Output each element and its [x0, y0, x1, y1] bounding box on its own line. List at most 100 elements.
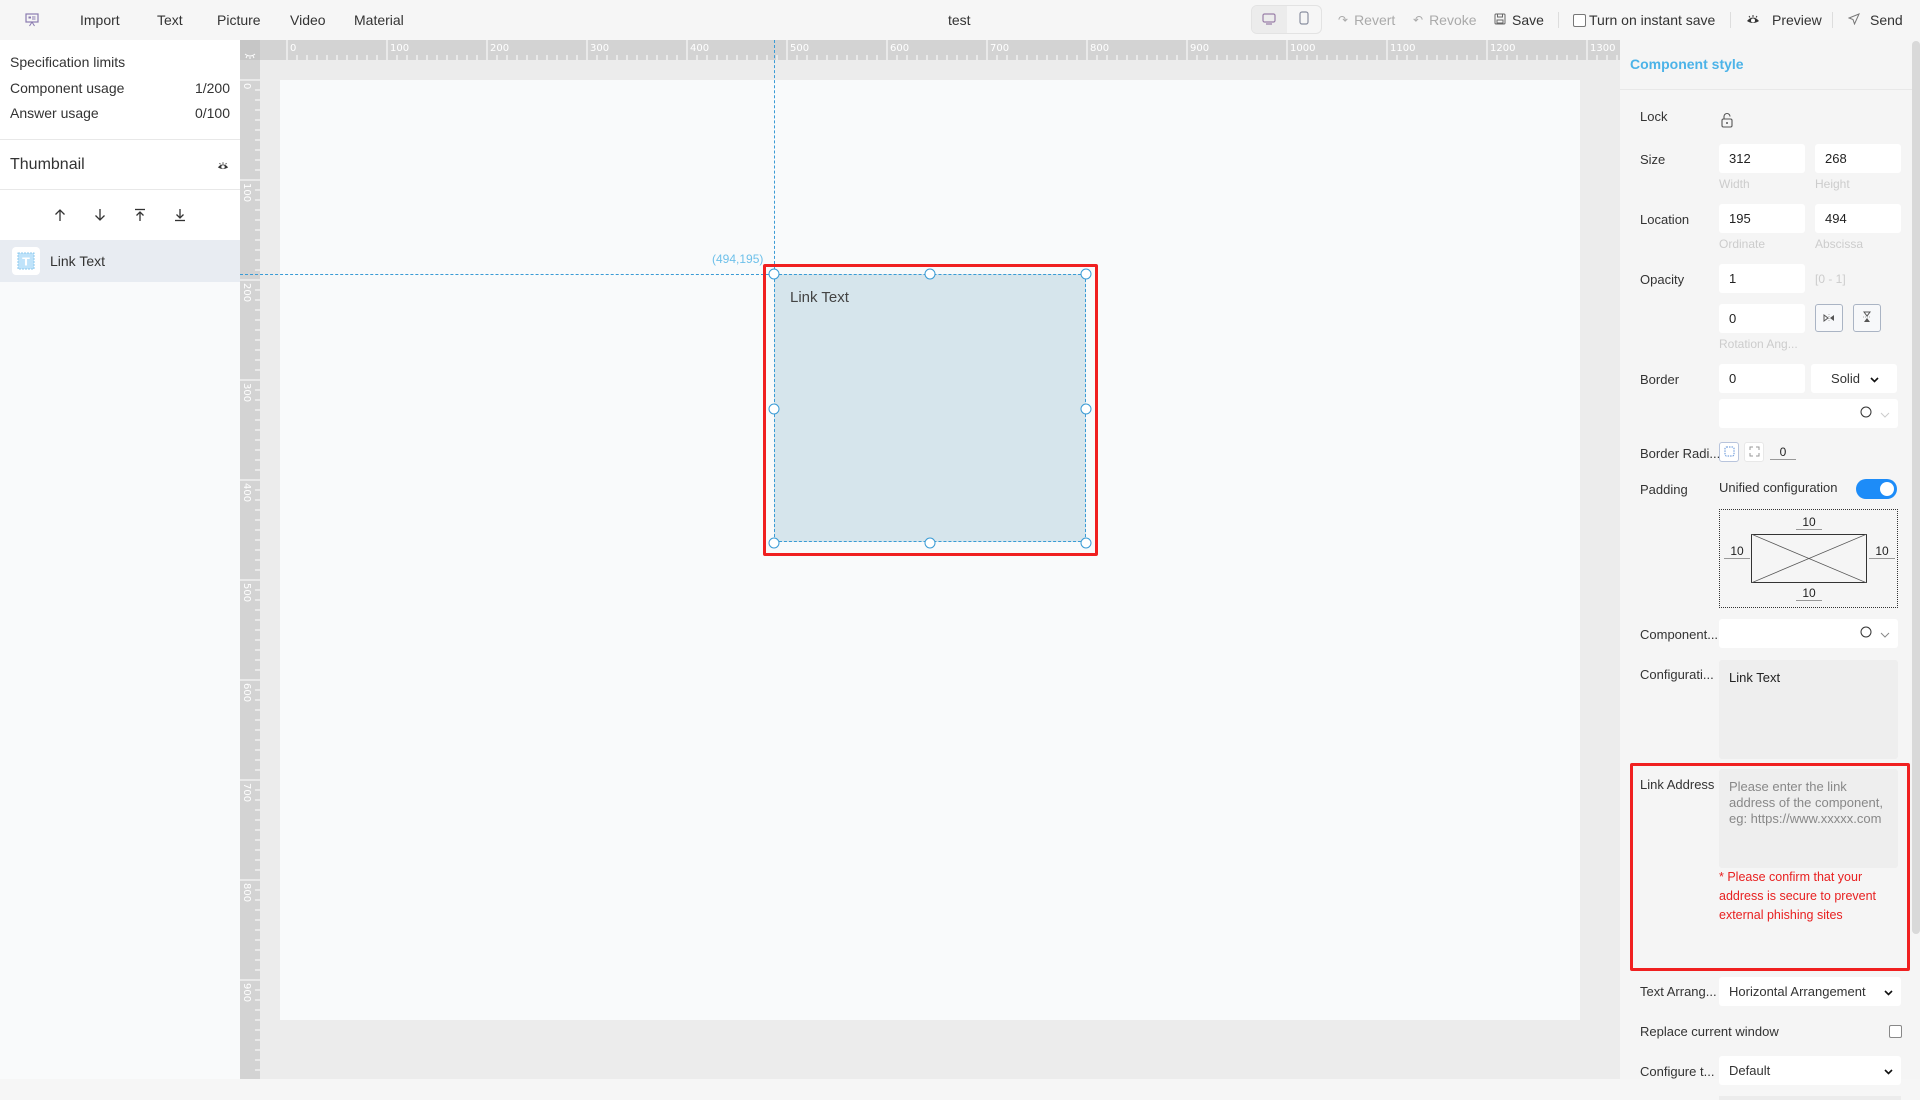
padding-bottom-input[interactable]: 10	[1796, 586, 1822, 601]
layer-item[interactable]: T Link Text	[0, 240, 240, 282]
arrow-down-icon[interactable]	[90, 205, 110, 225]
instant-save-toggle[interactable]: Turn on instant save	[1573, 12, 1715, 28]
configuration-textarea[interactable]: Link Text	[1719, 660, 1898, 759]
link-address-textarea[interactable]: Please enter the link address of the com…	[1719, 769, 1898, 868]
link-text-content: Link Text	[790, 289, 849, 306]
opacity-input[interactable]: 1	[1719, 264, 1805, 293]
preview-button[interactable]: Preview	[1746, 12, 1822, 28]
ruler-label: 0	[290, 43, 296, 54]
desktop-icon	[1262, 12, 1276, 28]
menu-picture[interactable]: Picture	[217, 12, 261, 28]
corners-icon	[1749, 445, 1760, 460]
component-usage-value: 1/200	[194, 80, 230, 96]
unlock-icon[interactable]	[1721, 112, 1733, 131]
menu-import[interactable]: Import	[80, 12, 120, 28]
height-input[interactable]: 268	[1815, 144, 1901, 173]
resize-handle-right[interactable]	[1080, 403, 1092, 415]
eye-closed-icon	[244, 46, 256, 64]
component-color-picker[interactable]	[1719, 619, 1898, 648]
padding-editor: 10 10 10 10	[1719, 509, 1898, 608]
rotation-input[interactable]: 0	[1719, 304, 1805, 333]
arrow-to-bottom-icon[interactable]	[170, 205, 190, 225]
mobile-icon	[1299, 11, 1309, 28]
resize-handle-bottom-right[interactable]	[1080, 537, 1092, 549]
floppy-disk-icon	[1494, 12, 1506, 28]
menu-material[interactable]: Material	[354, 12, 404, 28]
resize-handle-left[interactable]	[768, 403, 780, 415]
save-label: Save	[1512, 12, 1544, 28]
resize-handle-bottom[interactable]	[924, 537, 936, 549]
arrow-up-icon[interactable]	[50, 205, 70, 225]
lock-label: Lock	[1640, 109, 1668, 124]
save-button[interactable]: Save	[1494, 12, 1544, 28]
flip-horizontal-button[interactable]	[1815, 304, 1843, 332]
revert-button[interactable]: ↷ Revert	[1338, 12, 1395, 28]
radius-individual-button[interactable]	[1744, 442, 1764, 462]
chevron-down-icon	[1884, 1063, 1893, 1078]
answer-usage-value: 0/100	[194, 105, 230, 121]
vertical-ruler[interactable]: 0 100 200 300 400 500 600 700 800 900	[240, 40, 260, 1079]
flip-vertical-button[interactable]	[1853, 304, 1881, 332]
instant-save-checkbox[interactable]	[1573, 13, 1586, 27]
menu-video[interactable]: Video	[290, 12, 326, 28]
ordinate-caption: Ordinate	[1719, 237, 1766, 251]
spec-title: Specification limits	[10, 54, 126, 70]
component-usage-row: Component usage 1/200	[10, 80, 230, 96]
arrow-to-top-icon[interactable]	[130, 205, 150, 225]
ruler-label: 400	[241, 483, 252, 502]
eye-icon	[1746, 12, 1760, 28]
resize-handle-top-right[interactable]	[1080, 268, 1092, 280]
replace-window-checkbox[interactable]	[1889, 1025, 1902, 1038]
configure-target-label: Configure t...	[1640, 1064, 1715, 1079]
radius-unified-button[interactable]	[1719, 442, 1739, 462]
component-color-label: Component...	[1640, 627, 1719, 642]
text-component-icon: T	[12, 247, 40, 275]
send-paper-plane-icon	[1847, 12, 1860, 28]
canvas-page[interactable]	[280, 80, 1580, 1020]
color-swatch-empty-icon	[1860, 406, 1872, 421]
ruler-corner-toggle[interactable]	[240, 40, 260, 60]
unified-config-toggle[interactable]	[1856, 479, 1897, 499]
resize-handle-bottom-left[interactable]	[768, 537, 780, 549]
padding-right-input[interactable]: 10	[1869, 544, 1895, 559]
padding-left-input[interactable]: 10	[1724, 544, 1750, 559]
text-arrangement-select[interactable]: Horizontal Arrangement	[1719, 977, 1901, 1006]
instant-save-label: Turn on instant save	[1589, 12, 1716, 28]
ruler-label: 500	[790, 43, 809, 54]
resize-handle-top[interactable]	[924, 268, 936, 280]
border-color-picker[interactable]	[1719, 399, 1898, 428]
width-input[interactable]: 312	[1719, 144, 1805, 173]
desktop-mode-button[interactable]	[1252, 6, 1287, 33]
border-style-select[interactable]: Solid	[1811, 364, 1897, 393]
square-dashed-icon	[1724, 445, 1735, 460]
size-label: Size	[1640, 152, 1666, 167]
layer-label: Link Text	[50, 253, 105, 269]
toolbar-divider	[1558, 12, 1559, 28]
padding-top-input[interactable]: 10	[1796, 515, 1822, 530]
link-text-component[interactable]: Link Text	[774, 274, 1086, 542]
right-panel: Component style Lock Size 312 Width 268 …	[1620, 40, 1912, 1100]
opacity-label: Opacity	[1640, 272, 1685, 287]
revoke-button[interactable]: ↶ Revoke	[1413, 12, 1477, 28]
abscissa-input[interactable]: 494	[1815, 204, 1901, 233]
configure-target-select[interactable]: Default	[1719, 1056, 1901, 1085]
presentation-board-icon[interactable]	[24, 12, 40, 28]
mobile-mode-button[interactable]	[1287, 6, 1322, 33]
horizontal-ruler[interactable]: 0 100 200 300 400 500 600 700 800 900 1000 1100 1200…	[240, 40, 1620, 60]
ruler-label: 800	[1090, 43, 1109, 54]
border-radius-input[interactable]: 0	[1770, 445, 1796, 460]
ordinate-input[interactable]: 195	[1719, 204, 1805, 233]
toolbar-divider	[1730, 12, 1731, 28]
send-button[interactable]: Send	[1847, 12, 1903, 28]
chevron-down-icon	[1870, 371, 1879, 386]
scrollbar-thumb[interactable]	[1912, 41, 1920, 934]
resize-handle-top-left[interactable]	[768, 268, 780, 280]
specification-limits: Specification limits Component usage 1/2…	[0, 40, 240, 140]
menu-text[interactable]: Text	[157, 12, 183, 28]
next-field-edge	[1719, 1096, 1901, 1100]
eye-icon[interactable]	[217, 158, 229, 176]
ruler-label: 300	[241, 383, 252, 402]
thumbnail-row: Thumbnail	[0, 140, 240, 190]
replace-window-label: Replace current window	[1640, 1024, 1779, 1039]
border-width-input[interactable]: 0	[1719, 364, 1805, 393]
